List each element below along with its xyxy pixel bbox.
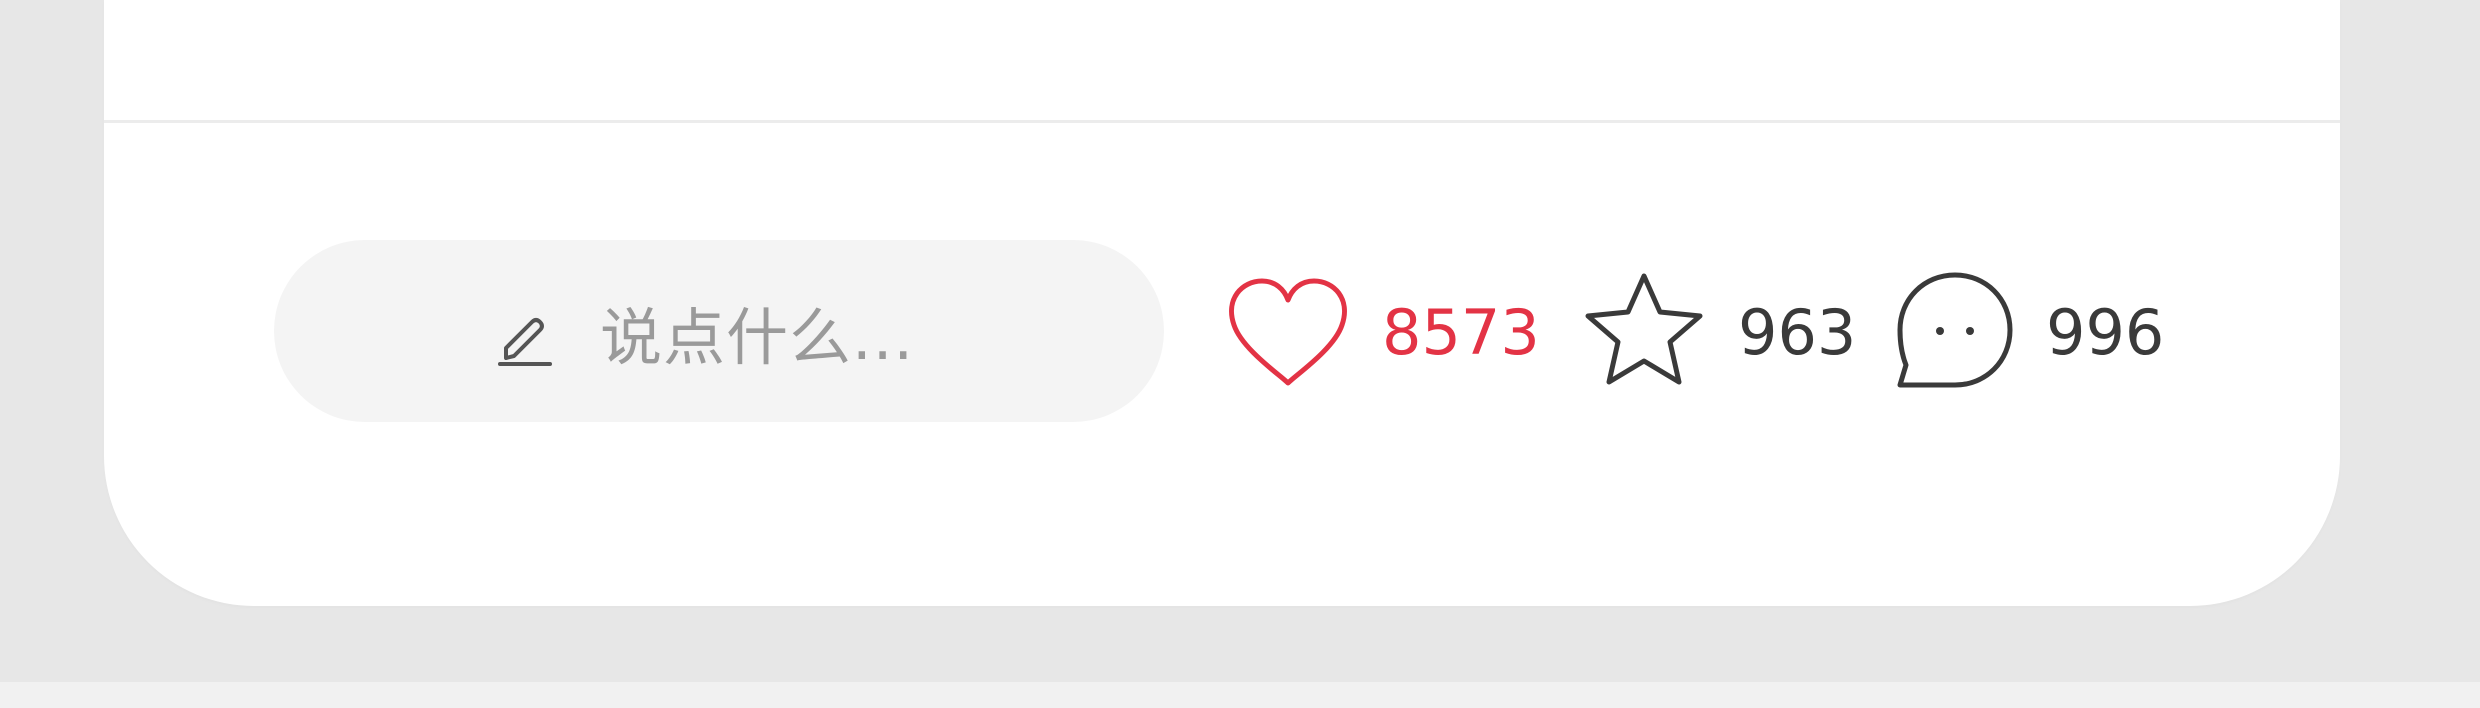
like-button[interactable]: 8573 [1222, 258, 1540, 408]
pencil-icon [496, 310, 554, 368]
comment-button[interactable]: 996 [1892, 258, 2164, 408]
like-count: 8573 [1382, 296, 1540, 369]
bottom-action-bar: 说点什么... 8573 963 996 [104, 230, 2340, 430]
post-detail-card: 说点什么... 8573 963 996 [104, 0, 2340, 606]
favorite-button[interactable]: 963 [1578, 258, 1856, 408]
heart-icon [1229, 278, 1347, 386]
comment-input[interactable]: 说点什么... [274, 240, 1164, 422]
star-icon [1585, 273, 1703, 385]
favorite-count: 963 [1738, 296, 1857, 369]
page: 说点什么... 8573 963 996 [0, 0, 2480, 708]
content-divider [104, 120, 2340, 123]
comment-bubble-icon [1897, 272, 2013, 388]
comment-count: 996 [2046, 296, 2165, 369]
screen-bottom-area [0, 682, 2480, 708]
comment-input-placeholder: 说点什么... [600, 301, 915, 374]
